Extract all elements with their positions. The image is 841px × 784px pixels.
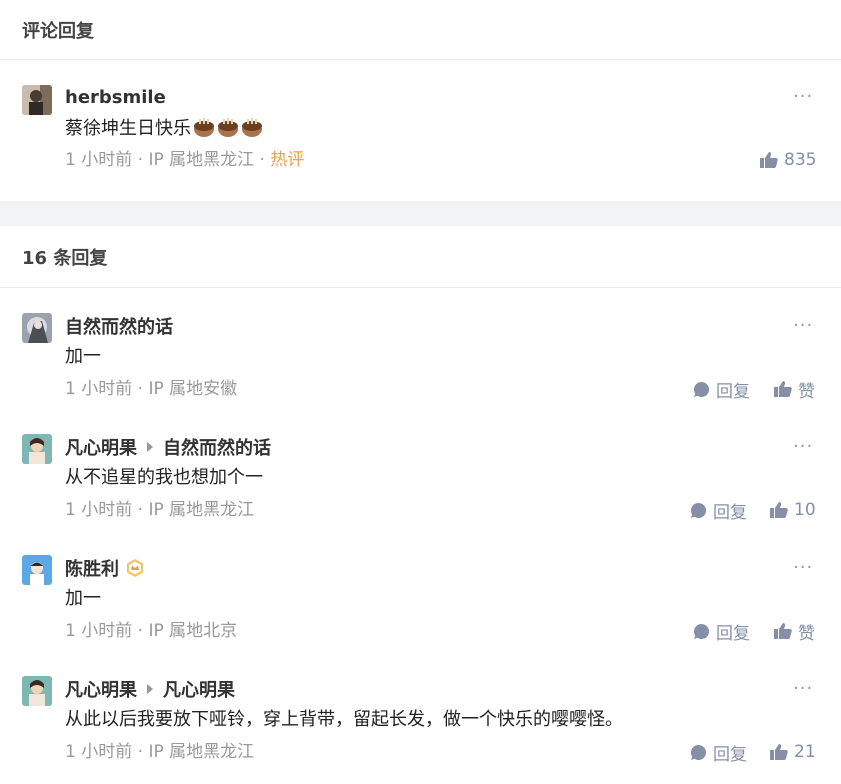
more-button[interactable]: ··· <box>793 680 813 703</box>
author-name[interactable]: 自然而然的话 <box>65 313 173 339</box>
thumbs-up-icon <box>760 152 778 168</box>
avatar[interactable] <box>22 434 52 464</box>
thumbs-up-icon <box>774 381 792 397</box>
ip-location: IP 属地黑龙江 <box>148 150 255 170</box>
more-button[interactable]: ··· <box>793 559 813 582</box>
author-name[interactable]: 凡心明果 <box>65 434 137 460</box>
meta-separator: · <box>137 621 144 641</box>
timestamp: 1 小时前 <box>65 150 133 170</box>
author-name[interactable]: 凡心明果 <box>65 676 137 702</box>
comment-author-row: herbsmile <box>65 85 166 109</box>
meta-separator: · <box>137 500 144 520</box>
avatar[interactable] <box>22 313 52 343</box>
like-label: 赞 <box>798 623 815 644</box>
ip-location: IP 属地安徽 <box>148 379 238 399</box>
reply-item: 凡心明果 凡心明果 从此以后我要放下哑铃，穿上背带，留起长发，做一个快乐的嘤嘤怪… <box>0 651 841 784</box>
page-title: 评论回复 <box>22 20 94 42</box>
meta-separator: · <box>137 742 144 762</box>
like-label: 赞 <box>798 381 815 402</box>
meta-separator: · <box>137 379 144 399</box>
ip-location: IP 属地黑龙江 <box>148 742 255 762</box>
comment-icon <box>690 502 707 518</box>
more-button[interactable]: ··· <box>793 88 813 111</box>
reply-meta: 1 小时前 · IP 属地北京 <box>65 619 237 643</box>
timestamp: 1 小时前 <box>65 742 133 762</box>
hot-badge: 热评 <box>270 150 305 170</box>
like-count: 835 <box>784 150 817 170</box>
like-button[interactable]: 835 <box>760 148 816 172</box>
replies-header: 16 条回复 <box>0 226 841 288</box>
meta-separator: · <box>137 150 144 170</box>
like-button[interactable]: 赞 <box>774 619 815 644</box>
reply-item: 陈胜利 加一 1 小时前 · IP 属地北京 ··· 回复 赞 <box>0 530 841 651</box>
more-button[interactable]: ··· <box>793 438 813 461</box>
reply-label: 回复 <box>713 502 747 523</box>
author-name[interactable]: 陈胜利 <box>65 555 119 581</box>
reply-button[interactable]: 回复 <box>690 498 747 523</box>
reply-button[interactable]: 回复 <box>690 740 747 765</box>
avatar[interactable] <box>22 555 52 585</box>
section-divider <box>0 201 841 226</box>
reply-item: 凡心明果 自然而然的话 从不追星的我也想加个一 1 小时前 · IP 属地黑龙江… <box>0 409 841 530</box>
reply-arrow-icon <box>147 442 153 452</box>
comment-reply-header: 评论回复 <box>0 0 841 60</box>
reply-author-row: 凡心明果 凡心明果 <box>65 677 235 701</box>
reply-content: 从此以后我要放下哑铃，穿上背带，留起长发，做一个快乐的嘤嘤怪。 <box>65 709 623 730</box>
reply-author-row: 自然而然的话 <box>65 314 173 338</box>
cake-icon <box>194 118 214 137</box>
like-button[interactable]: 赞 <box>774 377 815 402</box>
avatar[interactable] <box>22 676 52 706</box>
reply-label: 回复 <box>716 623 750 644</box>
cake-icon <box>242 118 262 137</box>
reply-content: 从不追星的我也想加个一 <box>65 467 263 488</box>
cake-icon <box>218 118 238 137</box>
thumbs-up-icon <box>770 502 788 518</box>
reply-button[interactable]: 回复 <box>693 377 750 402</box>
comment-text: 蔡徐坤生日快乐 <box>65 118 191 139</box>
comment-content: 蔡徐坤生日快乐 <box>65 116 263 142</box>
thumbs-up-icon <box>774 623 792 639</box>
like-button[interactable]: 21 <box>770 740 816 764</box>
like-button[interactable]: 10 <box>770 498 816 522</box>
reply-to-name[interactable]: 凡心明果 <box>163 676 235 702</box>
comment-icon <box>690 744 707 760</box>
reply-meta: 1 小时前 · IP 属地黑龙江 <box>65 740 254 764</box>
timestamp: 1 小时前 <box>65 500 133 520</box>
timestamp: 1 小时前 <box>65 379 133 399</box>
reply-to-name[interactable]: 自然而然的话 <box>163 434 271 460</box>
root-comment: herbsmile 蔡徐坤生日快乐 1 小时前 · IP 属地黑龙江 · 热评 … <box>0 60 841 201</box>
reply-content: 加一 <box>65 346 101 367</box>
more-button[interactable]: ··· <box>793 317 813 340</box>
reply-meta: 1 小时前 · IP 属地黑龙江 <box>65 498 254 522</box>
reply-author-row: 陈胜利 <box>65 556 145 580</box>
ip-location: IP 属地黑龙江 <box>148 500 255 520</box>
reply-label: 回复 <box>716 381 750 402</box>
like-count: 21 <box>794 742 816 762</box>
reply-arrow-icon <box>147 684 153 694</box>
reply-meta: 1 小时前 · IP 属地安徽 <box>65 377 237 401</box>
like-count: 10 <box>794 500 816 520</box>
replies-count-title: 16 条回复 <box>22 247 108 269</box>
verified-badge-icon <box>127 559 143 577</box>
thumbs-up-icon <box>770 744 788 760</box>
comment-icon <box>693 623 710 639</box>
comment-icon <box>693 381 710 397</box>
timestamp: 1 小时前 <box>65 621 133 641</box>
meta-separator: · <box>259 150 265 170</box>
ip-location: IP 属地北京 <box>148 621 238 641</box>
reply-button[interactable]: 回复 <box>693 619 750 644</box>
reply-item: 自然而然的话 加一 1 小时前 · IP 属地安徽 ··· 回复 赞 <box>0 288 841 409</box>
reply-content: 加一 <box>65 588 101 609</box>
comment-meta: 1 小时前 · IP 属地黑龙江 · 热评 <box>65 148 304 172</box>
reply-label: 回复 <box>713 744 747 765</box>
avatar[interactable] <box>22 85 52 115</box>
author-name[interactable]: herbsmile <box>65 87 166 108</box>
reply-author-row: 凡心明果 自然而然的话 <box>65 435 271 459</box>
